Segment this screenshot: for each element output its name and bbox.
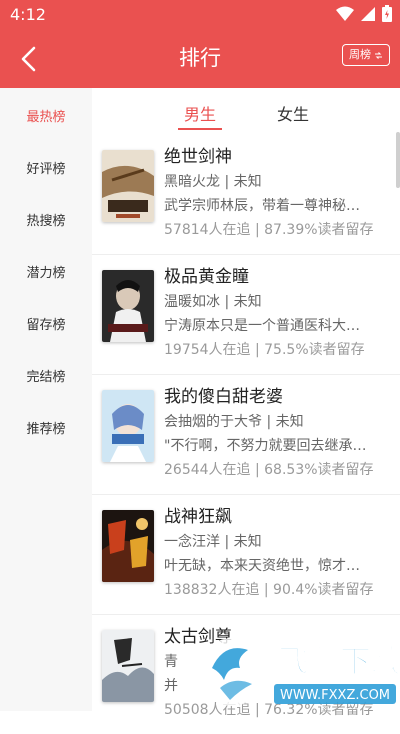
book-title: 绝世剑神	[164, 147, 232, 167]
period-label: 周榜	[349, 48, 371, 61]
sidebar-item-top-rated[interactable]: 好评榜	[0, 158, 92, 177]
tab-active-indicator	[178, 128, 222, 130]
watermark-url: WWW.FXXZ.COM	[280, 688, 390, 703]
book-cover	[102, 630, 154, 702]
book-cover	[102, 150, 154, 222]
book-cover	[102, 270, 154, 342]
book-description: 宁涛原本只是一个普通医科大…	[164, 318, 360, 334]
book-cover	[102, 510, 154, 582]
book-title: 我的傻白甜老婆	[164, 387, 283, 407]
sidebar-item-retention[interactable]: 留存榜	[0, 314, 92, 333]
book-list-panel: 男生 女生 绝世剑神 黑暗火龙 | 未知 武学宗师林辰，带着一尊神秘… 5781…	[92, 88, 400, 718]
swap-icon	[375, 51, 382, 59]
book-stats: 26544人在追 | 68.53%读者留存	[164, 462, 374, 478]
book-item[interactable]: 战神狂飙 一念汪洋 | 未知 叶无缺，本来天资绝世，惊才… 138832人在追 …	[92, 494, 400, 615]
ranking-sidebar: 最热榜 好评榜 热搜榜 潜力榜 留存榜 完结榜 推荐榜	[0, 88, 92, 711]
book-description: 叶无缺，本来天资绝世，惊才…	[164, 558, 360, 574]
period-selector-button[interactable]: 周榜	[342, 44, 390, 66]
tab-male[interactable]: 男生	[184, 101, 216, 125]
book-cover	[102, 390, 154, 462]
book-title: 战神狂飙	[164, 507, 232, 527]
site-watermark: 飞翔下载 WWW.FXXZ.COM	[190, 628, 400, 711]
book-author-status: 黑暗火龙 | 未知	[164, 174, 262, 190]
gender-tabs: 男生 女生	[92, 88, 400, 136]
book-author-status: 温暖如冰 | 未知	[164, 294, 262, 310]
status-bar: 4:12	[0, 0, 400, 28]
sidebar-item-hot-search[interactable]: 热搜榜	[0, 210, 92, 229]
book-author-status: 青	[164, 654, 178, 670]
book-title: 极品黄金瞳	[164, 267, 249, 287]
signal-icon	[361, 6, 375, 21]
book-item[interactable]: 我的傻白甜老婆 会抽烟的于大爷 | 未知 "不行啊，不努力就要回去继承… 265…	[92, 374, 400, 495]
book-author-status: 一念汪洋 | 未知	[164, 534, 262, 550]
book-author-status: 会抽烟的于大爷 | 未知	[164, 414, 304, 430]
sidebar-item-recommended[interactable]: 推荐榜	[0, 418, 92, 437]
battery-icon	[382, 5, 392, 22]
wifi-icon	[336, 6, 354, 21]
book-stats: 138832人在追 | 90.4%读者留存	[164, 582, 374, 598]
sidebar-item-hottest[interactable]: 最热榜	[0, 106, 92, 125]
page-title: 排行	[179, 46, 221, 70]
tab-female[interactable]: 女生	[277, 101, 309, 125]
app-bar: 排行 周榜	[0, 28, 400, 88]
sidebar-item-completed[interactable]: 完结榜	[0, 366, 92, 385]
book-item[interactable]: 绝世剑神 黑暗火龙 | 未知 武学宗师林辰，带着一尊神秘… 57814人在追 |…	[92, 134, 400, 255]
sidebar-item-potential[interactable]: 潜力榜	[0, 262, 92, 281]
book-stats: 57814人在追 | 87.39%读者留存	[164, 222, 374, 238]
book-description: 武学宗师林辰，带着一尊神秘…	[164, 198, 360, 214]
book-description: "不行啊，不努力就要回去继承…	[164, 438, 367, 454]
watermark-brand: 飞翔下载	[278, 644, 400, 680]
status-icons	[336, 5, 392, 22]
book-stats: 19754人在追 | 75.5%读者留存	[164, 342, 365, 358]
book-item[interactable]: 极品黄金瞳 温暖如冰 | 未知 宁涛原本只是一个普通医科大… 19754人在追 …	[92, 254, 400, 375]
status-time: 4:12	[10, 5, 46, 24]
